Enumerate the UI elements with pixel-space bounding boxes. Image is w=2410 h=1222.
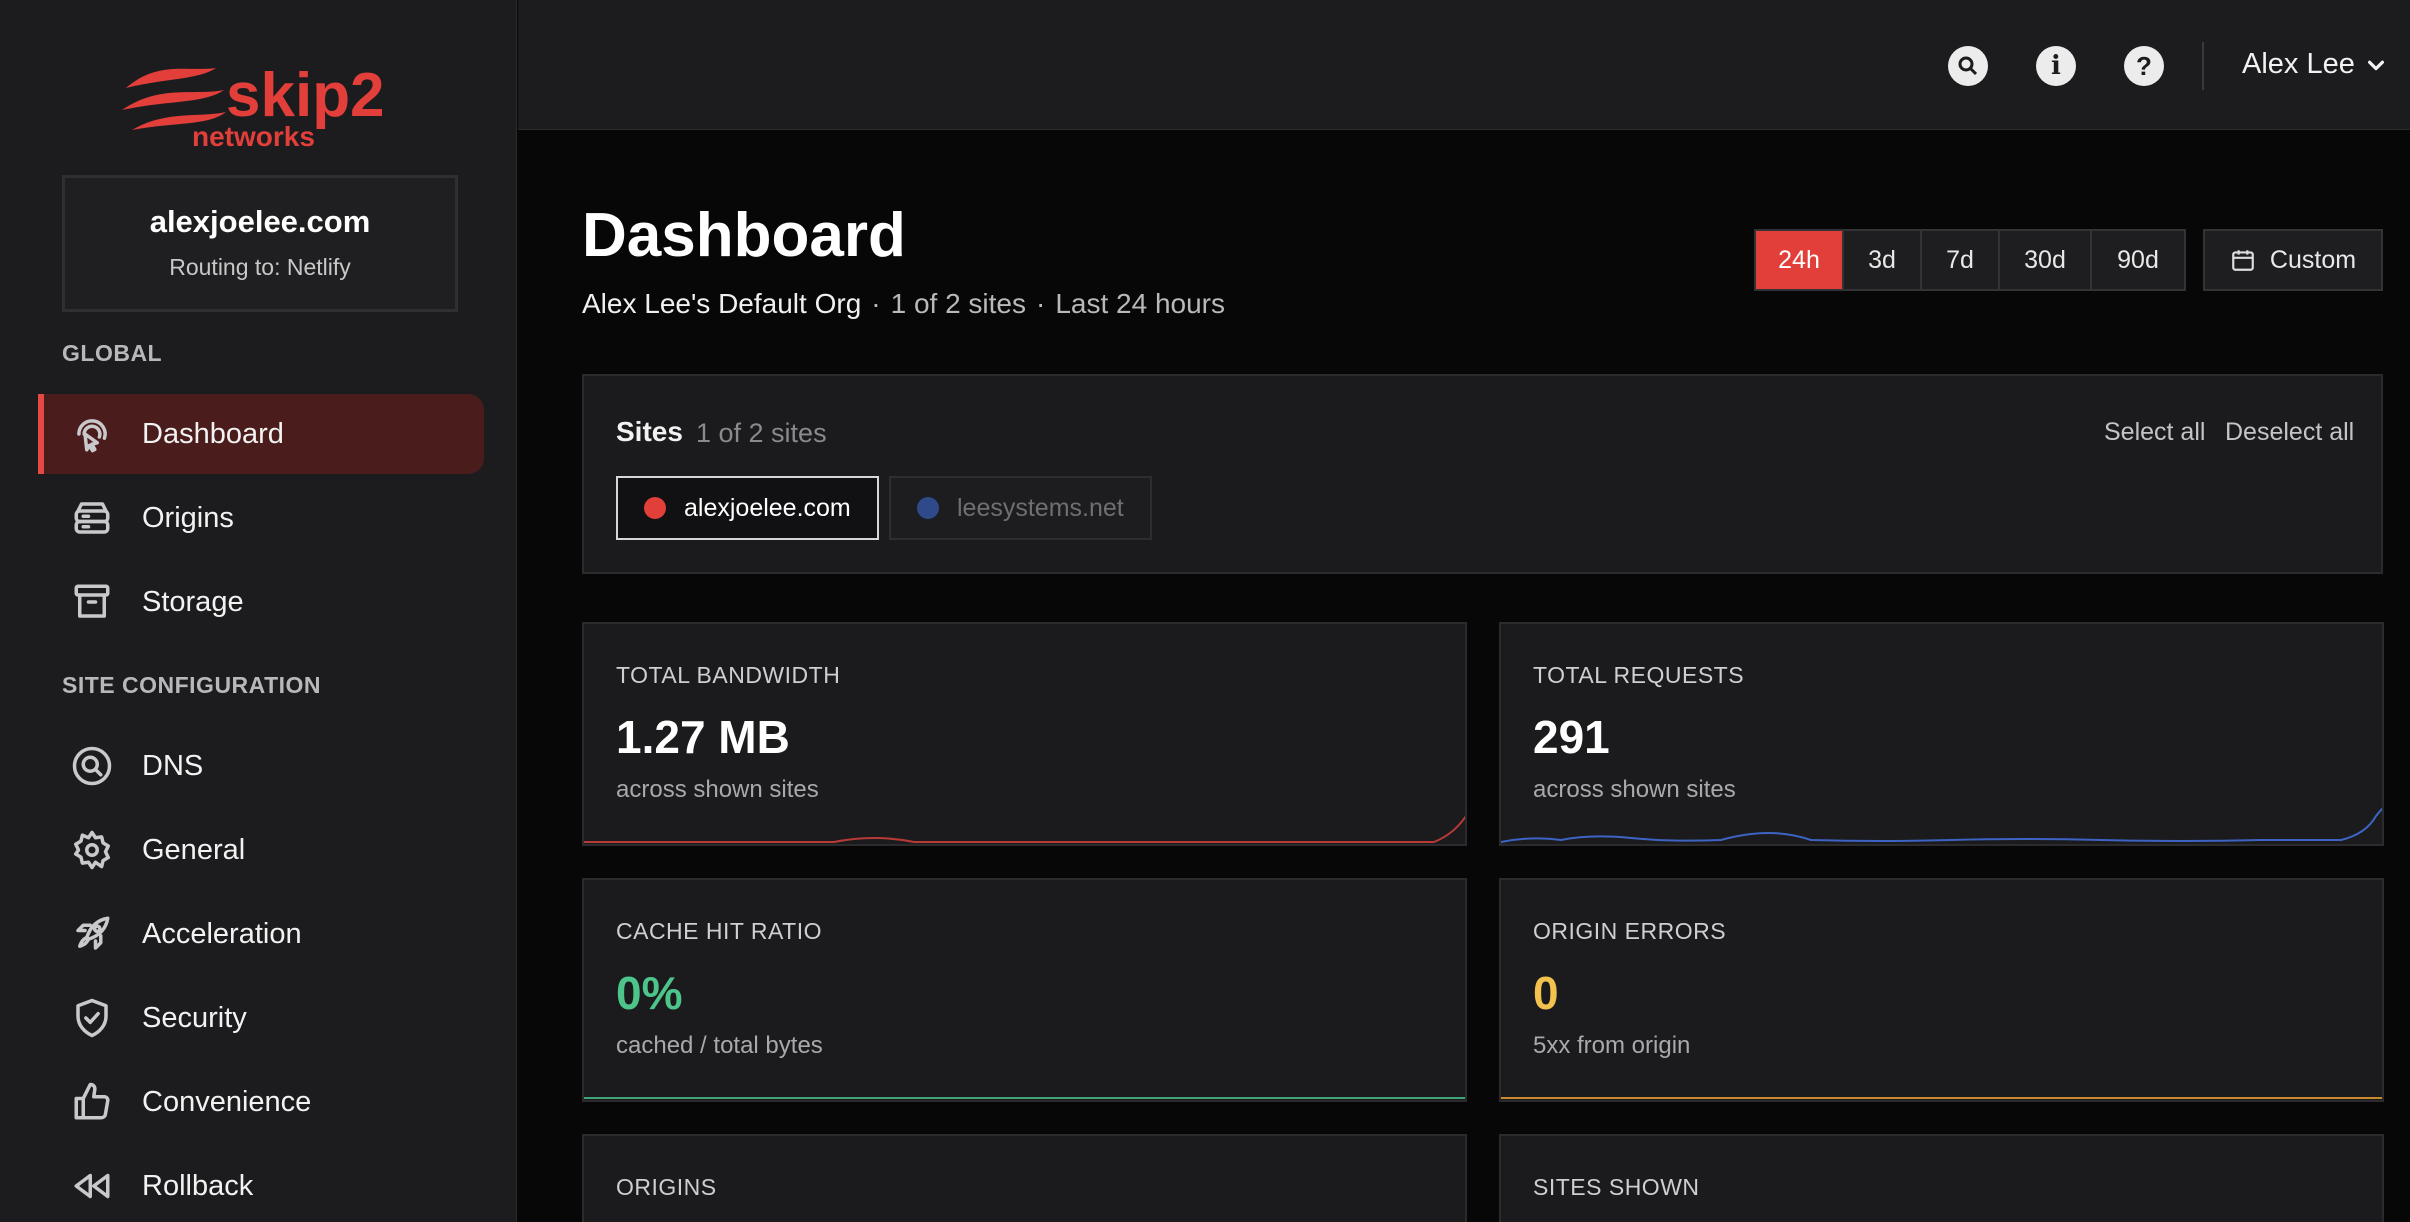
range-7d-button[interactable]: 7d	[1922, 231, 2000, 289]
sidebar-item-label: Dashboard	[142, 417, 284, 450]
info-icon[interactable]: i	[2036, 46, 2076, 86]
site-color-dot	[917, 497, 939, 519]
card-title: SITES SHOWN	[1533, 1174, 1700, 1200]
cache-hit-ratio-card: CACHE HIT RATIO 0% cached / total bytes	[582, 878, 1467, 1102]
chevron-down-icon	[2367, 60, 2384, 70]
rocket-icon	[70, 912, 114, 956]
bandwidth-sparkline	[584, 815, 1465, 843]
select-all-link[interactable]: Select all	[2104, 418, 2205, 447]
origin-errors-card: ORIGIN ERRORS 0 5xx from origin	[1499, 878, 2384, 1102]
org-name: Alex Lee's Default Org	[582, 288, 862, 319]
deselect-all-link[interactable]: Deselect all	[2225, 418, 2354, 447]
page-subtitle: Alex Lee's Default Org · 1 of 2 sites · Last…	[582, 288, 1225, 319]
range-24h-button[interactable]: 24h	[1756, 231, 1844, 289]
sites-panel: Sites 1 of 2 sites Select all Deselect a…	[582, 374, 2383, 574]
sidebar-item-dns[interactable]: DNS	[38, 726, 484, 806]
help-icon[interactable]: ?	[2124, 46, 2164, 86]
sites-shown-card: SITES SHOWN	[1499, 1134, 2384, 1222]
thumbs-up-icon	[70, 1080, 114, 1124]
time-range-selector: 24h 3d 7d 30d 90d	[1754, 229, 2186, 291]
total-bandwidth-card: TOTAL BANDWIDTH 1.27 MB across shown sit…	[582, 622, 1467, 846]
current-site-domain: alexjoelee.com	[149, 204, 371, 239]
gear-icon	[70, 828, 114, 872]
site-configuration-section-label: SITE CONFIGURATION	[62, 672, 322, 698]
sidebar-item-label: General	[142, 833, 246, 866]
custom-range-label: Custom	[2269, 245, 2357, 274]
sidebar-item-label: Acceleration	[142, 917, 302, 950]
custom-range-button[interactable]: Custom	[2203, 229, 2383, 291]
topbar-divider	[2202, 42, 2204, 90]
site-chip-label: alexjoelee.com	[684, 493, 851, 522]
card-title: ORIGINS	[616, 1174, 717, 1200]
rewind-icon	[70, 1164, 114, 1208]
global-section-label: GLOBAL	[62, 340, 163, 366]
search-icon[interactable]	[1948, 46, 1988, 86]
cache-sparkline	[584, 1097, 1465, 1099]
sidebar-item-acceleration[interactable]: Acceleration	[38, 894, 484, 974]
calendar-icon	[2232, 250, 2254, 271]
sidebar-item-origins[interactable]: Origins	[38, 478, 484, 558]
sidebar-item-rollback[interactable]: Rollback	[38, 1146, 484, 1222]
card-title: CACHE HIT RATIO	[616, 918, 822, 944]
sidebar-item-storage[interactable]: Storage	[38, 562, 484, 642]
total-requests-card: TOTAL REQUESTS 291 across shown sites	[1499, 622, 2384, 846]
card-title: TOTAL BANDWIDTH	[616, 662, 841, 688]
errors-sparkline	[1501, 1097, 2382, 1099]
page-title: Dashboard	[582, 201, 906, 270]
pointer-icon	[70, 412, 114, 456]
site-chip-label: leesystems.net	[957, 493, 1124, 522]
sidebar-item-general[interactable]: General	[38, 810, 484, 890]
logo-subtext: networks	[192, 121, 315, 150]
site-color-dot	[644, 497, 666, 519]
sidebar-item-label: DNS	[142, 749, 204, 782]
sidebar-item-dashboard[interactable]: Dashboard	[38, 394, 484, 474]
card-title: ORIGIN ERRORS	[1533, 918, 1727, 944]
sites-title: Sites	[616, 416, 683, 447]
routing-status: Routing to: Netlify	[169, 254, 351, 280]
user-menu[interactable]: Alex Lee	[2242, 48, 2387, 81]
site-chip-leesystems[interactable]: leesystems.net	[889, 476, 1152, 540]
range-info: Last 24 hours	[1055, 288, 1225, 319]
sites-info: 1 of 2 sites	[890, 288, 1026, 319]
sidebar-item-label: Origins	[142, 501, 234, 534]
sidebar-item-label: Storage	[142, 585, 244, 618]
sites-count: 1 of 2 sites	[696, 418, 827, 448]
current-site-box[interactable]: alexjoelee.com Routing to: Netlify	[62, 175, 458, 312]
sidebar: skip2 networks alexjoelee.com Routing to…	[0, 0, 517, 1222]
sidebar-item-security[interactable]: Security	[38, 978, 484, 1058]
archive-icon	[70, 580, 114, 624]
range-3d-button[interactable]: 3d	[1844, 231, 1922, 289]
sidebar-item-convenience[interactable]: Convenience	[38, 1062, 484, 1142]
range-30d-button[interactable]: 30d	[2000, 231, 2092, 289]
shield-icon	[70, 996, 114, 1040]
requests-sparkline	[1501, 807, 2382, 843]
card-title: TOTAL REQUESTS	[1533, 662, 1745, 688]
skip2-logo[interactable]: skip2 networks	[118, 54, 408, 152]
sidebar-item-label: Rollback	[142, 1169, 254, 1202]
logo-wordmark: skip2	[226, 61, 385, 130]
user-name: Alex Lee	[2242, 48, 2355, 80]
server-icon	[70, 496, 114, 540]
search-icon	[70, 744, 114, 788]
origins-card: ORIGINS	[582, 1134, 1467, 1222]
site-chip-alexjoelee[interactable]: alexjoelee.com	[616, 476, 879, 540]
top-bar: i ? Alex Lee	[518, 0, 2410, 130]
sidebar-item-label: Security	[142, 1001, 247, 1034]
range-90d-button[interactable]: 90d	[2092, 231, 2184, 289]
sidebar-item-label: Convenience	[142, 1085, 312, 1118]
